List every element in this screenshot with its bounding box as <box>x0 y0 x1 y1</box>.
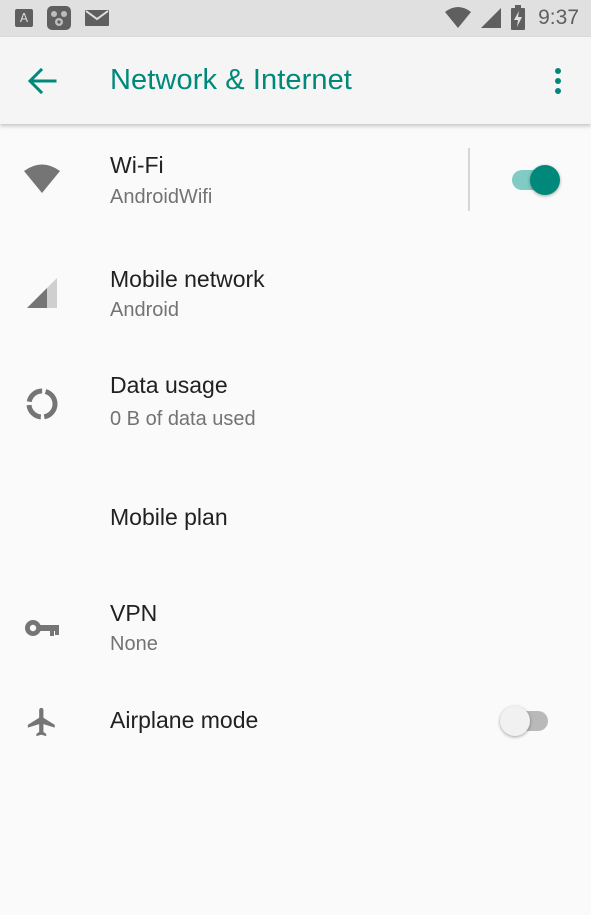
row-title: Wi-Fi <box>110 152 164 178</box>
svg-text:A: A <box>20 11 29 25</box>
key-icon <box>20 608 64 648</box>
row-summary: None <box>110 633 158 655</box>
row-summary: Android <box>110 299 179 321</box>
wifi-divider <box>468 148 470 211</box>
cell-signal-icon <box>480 7 502 29</box>
status-bar: A 9:37 <box>0 0 591 37</box>
wifi-signal-icon <box>444 6 472 30</box>
arrow-back-icon <box>27 67 57 95</box>
row-title: Mobile network <box>110 266 265 292</box>
signal-icon <box>20 273 64 313</box>
list-item-data-usage[interactable]: Data usage 0 B of data used <box>0 355 591 453</box>
page-title: Network & Internet <box>110 64 352 96</box>
wifi-icon <box>20 159 64 199</box>
wifi-toggle[interactable] <box>512 165 562 195</box>
row-title: Airplane mode <box>110 707 259 733</box>
list-item-wifi[interactable]: Wi-Fi AndroidWifi <box>0 130 591 228</box>
row-title: Data usage <box>110 372 228 398</box>
game-icon <box>46 5 72 31</box>
a-icon: A <box>14 8 34 28</box>
row-title: VPN <box>110 600 158 626</box>
row-summary: 0 B of data used <box>110 408 256 430</box>
mail-icon <box>84 8 110 28</box>
list-item-vpn[interactable]: VPN None <box>0 582 591 678</box>
status-time: 9:37 <box>538 6 579 29</box>
back-button[interactable] <box>22 63 62 99</box>
airplane-icon <box>20 702 64 742</box>
airplane-mode-toggle[interactable] <box>500 706 550 736</box>
status-right-icons: 9:37 <box>444 5 579 31</box>
switch-thumb <box>530 165 560 195</box>
overflow-menu-button[interactable] <box>543 65 573 97</box>
data-usage-icon <box>20 384 64 424</box>
list-item-mobile-plan[interactable]: Mobile plan <box>0 478 591 556</box>
status-left-icons: A <box>14 5 110 31</box>
more-vert-icon <box>554 67 562 95</box>
row-title: Mobile plan <box>110 504 228 530</box>
switch-thumb <box>500 706 530 736</box>
row-summary: AndroidWifi <box>110 186 213 208</box>
list-item-mobile-network[interactable]: Mobile network Android <box>0 246 591 344</box>
battery-charging-icon <box>510 5 526 31</box>
app-bar: Network & Internet <box>0 37 591 124</box>
